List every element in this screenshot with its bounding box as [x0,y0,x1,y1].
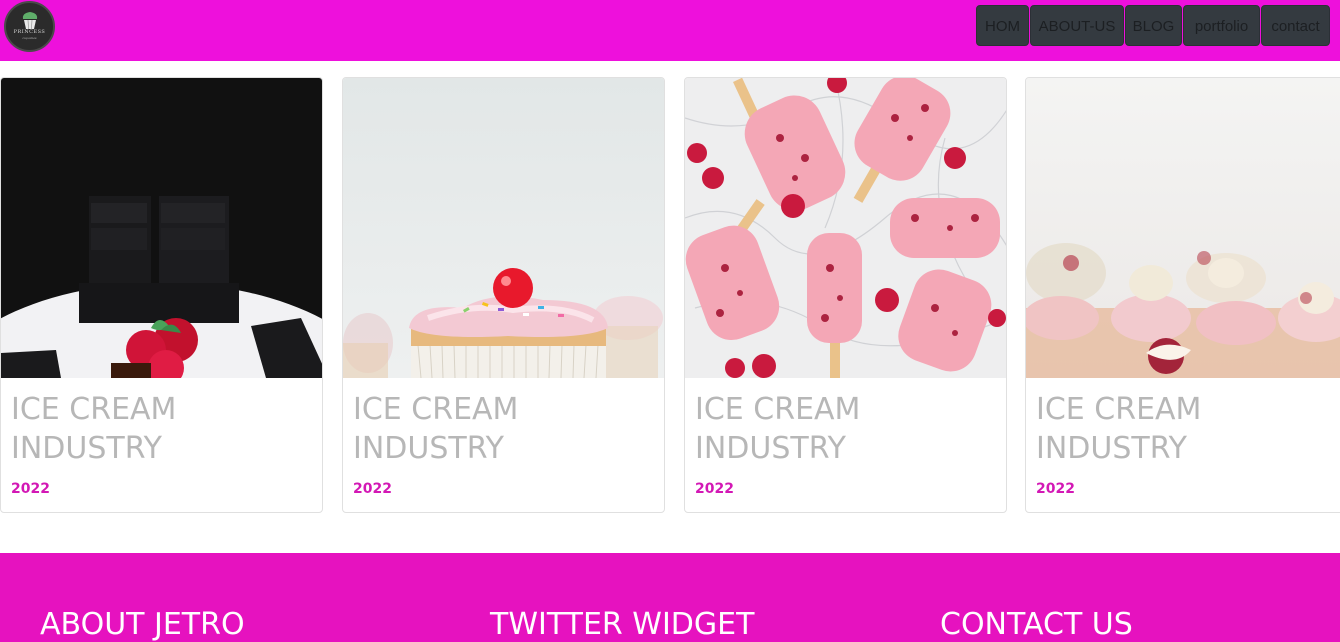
logo-brand-text: PRINCESS [13,29,46,35]
card-year: 2022 [11,481,50,497]
footer-heading-about: ABOUT JETRO [40,607,245,642]
footer-heading-twitter: TWITTER WIDGET [490,607,755,642]
brand-logo[interactable]: PRINCESS cupcakes [4,1,55,52]
card-image-cupcake[interactable] [343,78,664,378]
card-image-chocolate-dessert[interactable] [1,78,322,378]
card-year: 2022 [353,481,392,497]
footer-heading-contact: CONTACT US [940,607,1133,642]
nav-blog[interactable]: BLOG [1125,5,1182,46]
card-title-line: INDUSTRY [1036,431,1187,466]
card-title-line: ICE CREAM [11,392,177,427]
site-header: PRINCESS cupcakes HOM ABOUT-US BLOG port… [0,0,1340,61]
card-title-line: INDUSTRY [695,431,846,466]
main-nav: HOM ABOUT-US BLOG portfolio contact [976,5,1330,46]
portfolio-card[interactable]: ICE CREAM INDUSTRY 2022 [342,77,665,513]
site-footer: ABOUT JETRO TWITTER WIDGET CONTACT US [0,553,1340,642]
logo-tagline: cupcakes [22,36,37,40]
nav-home[interactable]: HOM [976,5,1029,46]
nav-about-us[interactable]: ABOUT-US [1030,5,1124,46]
portfolio-card[interactable]: ICE CREAM INDUSTRY 2022 [0,77,323,513]
card-title-line: ICE CREAM [353,392,519,427]
card-title-line: ICE CREAM [1036,392,1202,427]
nav-contact[interactable]: contact [1261,5,1330,46]
card-image-popsicles[interactable] [685,78,1006,378]
card-title[interactable]: ICE CREAM INDUSTRY [695,390,995,468]
card-image-strawberry-cupcakes[interactable] [1026,78,1340,378]
card-year: 2022 [695,481,734,497]
nav-portfolio[interactable]: portfolio [1183,5,1260,46]
portfolio-card[interactable]: ICE CREAM INDUSTRY 2022 [1025,77,1340,513]
card-title-line: ICE CREAM [695,392,861,427]
cupcake-icon [22,12,38,30]
card-title[interactable]: ICE CREAM INDUSTRY [1036,390,1336,468]
card-year: 2022 [1036,481,1075,497]
portfolio-card[interactable]: ICE CREAM INDUSTRY 2022 [684,77,1007,513]
card-title-line: INDUSTRY [353,431,504,466]
card-title[interactable]: ICE CREAM INDUSTRY [11,390,311,468]
card-title[interactable]: ICE CREAM INDUSTRY [353,390,653,468]
card-title-line: INDUSTRY [11,431,162,466]
